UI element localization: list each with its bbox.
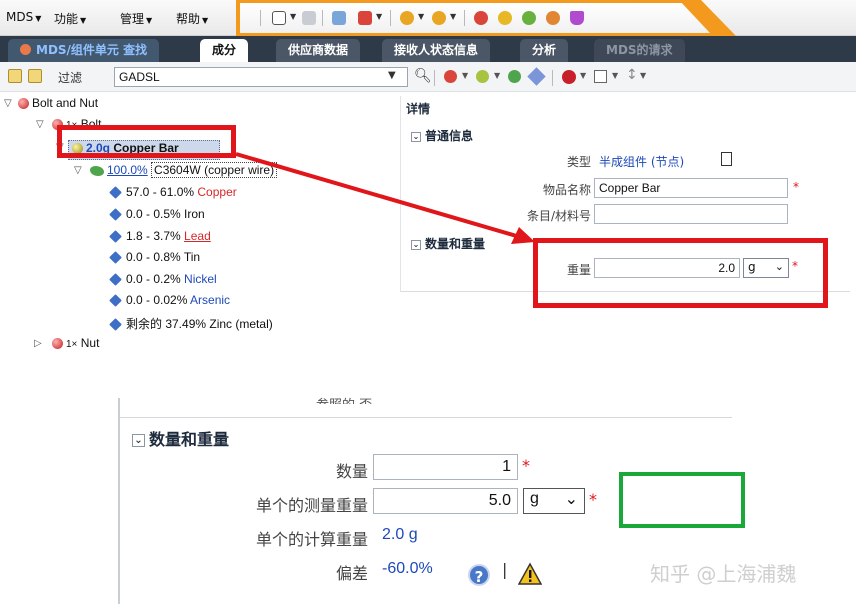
deviation-label: 偏差 — [335, 564, 368, 583]
annotation-arrow — [235, 152, 535, 244]
calculated-weight-label: 单个的计算重量 — [255, 530, 368, 549]
separator: | — [502, 560, 508, 579]
quantity-label: 数量 — [335, 462, 368, 481]
top-screenshot: MDS ▼ 功能 ▼ 管理 ▼ 帮助 ▼ ▼ ▼ ▼ ▼ MDS/组件单元 查找 成分 … — [0, 0, 856, 398]
watermark: 知乎 @上海浦魏 — [650, 562, 797, 586]
measured-weight-unit-select[interactable]: g ⌄ — [523, 488, 585, 514]
required-marker: * — [589, 490, 597, 509]
measured-weight-field[interactable]: 5.0 — [373, 488, 518, 514]
required-marker: * — [522, 456, 530, 475]
cropped-text: 参照的 否 — [316, 394, 372, 404]
chevron-down-icon: ⌄ — [132, 434, 145, 447]
deviation-value: -60.0% — [382, 560, 433, 577]
measured-weight-label: 单个的测量重量 — [255, 496, 368, 515]
calculated-weight-value: 2.0 g — [382, 526, 418, 543]
help-icon[interactable]: ? — [468, 564, 490, 586]
divider — [120, 417, 732, 418]
quantity-field[interactable]: 1 — [373, 454, 518, 480]
chevron-down-icon: ⌄ — [564, 491, 578, 508]
bottom-screenshot: 参照的 否 ⌄数量和重量 数量 1 * 单个的测量重量 5.0 g⌄ * 单个的… — [118, 398, 856, 604]
quantity-weight-section[interactable]: ⌄ 数量和重量 — [132, 426, 229, 450]
warning-icon[interactable] — [518, 562, 542, 586]
highlight-box-green — [619, 472, 745, 528]
